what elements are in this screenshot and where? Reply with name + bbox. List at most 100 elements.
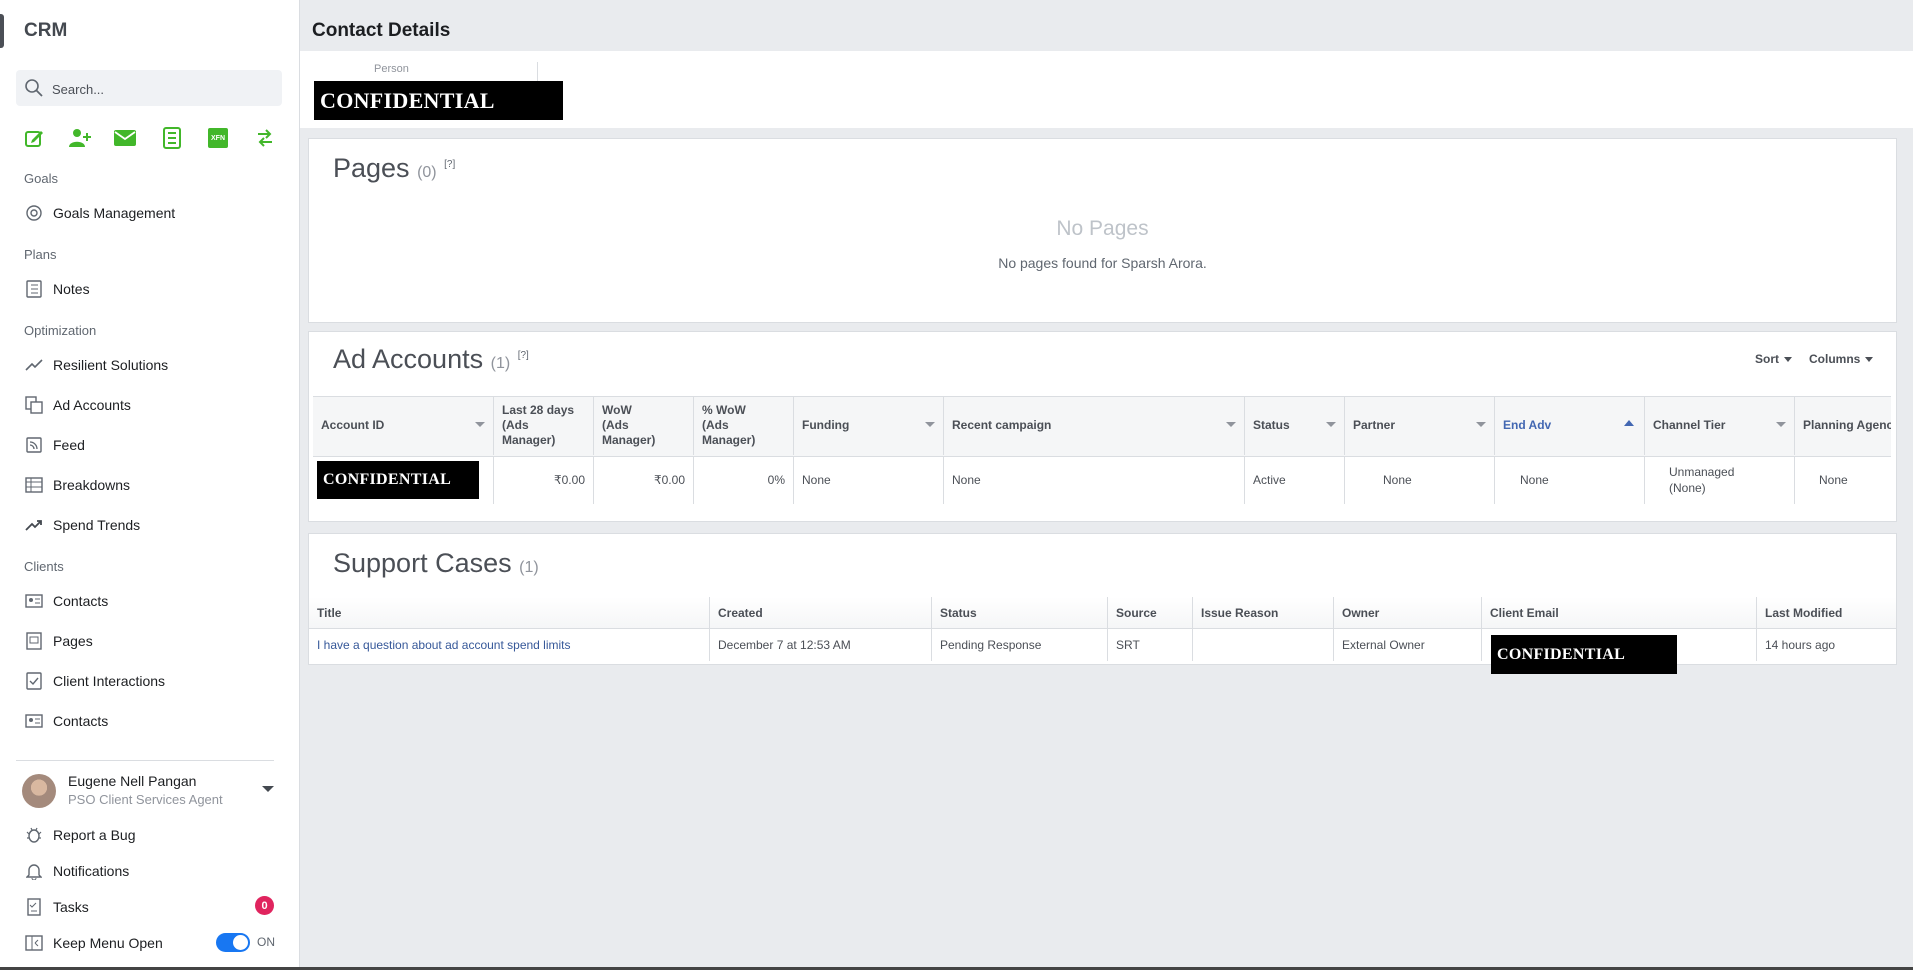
cell-wow: ₹0.00 bbox=[594, 456, 694, 504]
pages-count: (0) bbox=[417, 164, 437, 181]
redacted-person-name: CONFIDENTIAL bbox=[314, 81, 563, 120]
add-person-icon[interactable] bbox=[68, 126, 92, 150]
col-title[interactable]: Title bbox=[309, 597, 710, 628]
caret-down-icon bbox=[1865, 356, 1874, 362]
filter-icon[interactable] bbox=[1776, 422, 1786, 427]
toggle-state-label: ON bbox=[257, 935, 275, 949]
sidebar-item-contacts-2[interactable]: Contacts bbox=[24, 708, 284, 734]
header-label: Partner bbox=[1353, 418, 1396, 432]
trend-arrow-icon bbox=[24, 515, 44, 535]
cell-created: December 7 at 12:53 AM bbox=[710, 629, 932, 661]
col-partner[interactable]: Partner bbox=[1345, 396, 1495, 455]
cell-end-adv: None bbox=[1495, 456, 1645, 504]
pages-help-link[interactable]: [?] bbox=[444, 159, 455, 170]
cell-last-modified: 14 hours ago bbox=[1765, 638, 1836, 652]
search-input[interactable] bbox=[50, 78, 274, 100]
tasks-link[interactable]: Tasks bbox=[24, 894, 284, 920]
spreadsheet-icon[interactable] bbox=[160, 126, 184, 150]
sidebar-item-pages[interactable]: Pages bbox=[24, 628, 284, 654]
cell-source: SRT bbox=[1108, 629, 1193, 661]
contact-card-icon bbox=[24, 591, 44, 611]
col-last-modified[interactable]: Last Modified bbox=[1757, 597, 1896, 628]
report-bug-label: Report a Bug bbox=[53, 827, 136, 843]
checklist-icon bbox=[24, 671, 44, 691]
sidebar-item-spend-trends[interactable]: Spend Trends bbox=[24, 512, 284, 538]
sidebar-item-ad-accounts[interactable]: Ad Accounts bbox=[24, 392, 284, 418]
section-goals: Goals bbox=[24, 171, 58, 186]
col-account-id[interactable]: Account ID bbox=[313, 396, 494, 455]
sidebar-item-label: Client Interactions bbox=[53, 673, 166, 689]
col-planning-agency[interactable]: Planning Agenc bbox=[1795, 396, 1891, 455]
header-label: Recent campaign bbox=[952, 418, 1052, 432]
notebook-icon bbox=[24, 279, 44, 299]
report-bug-link[interactable]: Report a Bug bbox=[24, 822, 284, 848]
ad-accounts-icon bbox=[24, 395, 44, 415]
xfn-icon[interactable]: XFN bbox=[206, 126, 230, 150]
search-icon bbox=[25, 79, 43, 97]
col-last-28-days[interactable]: Last 28 days (Ads Manager) bbox=[494, 396, 594, 455]
filter-icon[interactable] bbox=[1326, 422, 1336, 427]
user-profile[interactable]: Eugene Nell Pangan PSO Client Services A… bbox=[22, 772, 282, 812]
col-channel-tier[interactable]: Channel Tier bbox=[1645, 396, 1795, 455]
filter-icon[interactable] bbox=[1476, 422, 1486, 427]
col-status[interactable]: Status bbox=[1245, 396, 1345, 455]
pages-title: Pages (0) [?] bbox=[333, 153, 455, 184]
notifications-link[interactable]: Notifications bbox=[24, 858, 284, 884]
cell-channel-tier: Unmanaged (None) bbox=[1645, 456, 1795, 504]
col-end-adv[interactable]: End Adv bbox=[1495, 396, 1645, 455]
tasks-label: Tasks bbox=[53, 899, 89, 915]
filter-icon[interactable] bbox=[925, 422, 935, 427]
case-title-link[interactable]: I have a question about ad account spend… bbox=[317, 638, 571, 652]
sidebar-item-notes[interactable]: Notes bbox=[24, 276, 284, 302]
sidebar-item-label: Contacts bbox=[53, 713, 109, 729]
sort-button[interactable]: Sort bbox=[1755, 352, 1792, 366]
sidebar-item-label: Resilient Solutions bbox=[53, 357, 169, 373]
columns-button[interactable]: Columns bbox=[1809, 352, 1874, 366]
person-label: Person bbox=[374, 63, 409, 75]
sidebar-item-label: Feed bbox=[53, 437, 85, 453]
search-box[interactable] bbox=[16, 70, 282, 106]
sort-ascending-icon[interactable] bbox=[1624, 420, 1634, 426]
edit-icon[interactable] bbox=[22, 126, 46, 150]
sidebar-item-breakdowns[interactable]: Breakdowns bbox=[24, 472, 284, 498]
redacted-client-email: CONFIDENTIAL bbox=[1491, 635, 1677, 674]
col-recent-campaign[interactable]: Recent campaign bbox=[944, 396, 1245, 455]
ad-accounts-help-link[interactable]: [?] bbox=[518, 350, 529, 361]
col-issue-reason[interactable]: Issue Reason bbox=[1193, 597, 1334, 628]
col-created[interactable]: Created bbox=[710, 597, 932, 628]
sidebar-item-label: Pages bbox=[53, 633, 93, 649]
sidebar-item-label: Goals Management bbox=[53, 205, 176, 221]
section-plans: Plans bbox=[24, 247, 57, 262]
header-label: Channel Tier bbox=[1653, 418, 1726, 432]
app-brand[interactable]: CRM bbox=[24, 20, 67, 42]
ad-accounts-count: (1) bbox=[490, 355, 511, 372]
filter-icon[interactable] bbox=[1226, 422, 1236, 427]
sidebar-item-feed[interactable]: Feed bbox=[24, 432, 284, 458]
ad-accounts-title-text: Ad Accounts bbox=[333, 344, 484, 374]
ad-accounts-title: Ad Accounts (1) [?] bbox=[333, 344, 529, 375]
support-cases-title: Support Cases (1) bbox=[333, 548, 539, 579]
sidebar-item-resilient-solutions[interactable]: Resilient Solutions bbox=[24, 352, 284, 378]
col-owner[interactable]: Owner bbox=[1334, 597, 1482, 628]
filter-icon[interactable] bbox=[475, 422, 485, 427]
sidebar-item-contacts[interactable]: Contacts bbox=[24, 588, 284, 614]
col-case-status[interactable]: Status bbox=[932, 597, 1108, 628]
sidebar-item-label: Breakdowns bbox=[53, 477, 131, 493]
keep-menu-open-toggle[interactable] bbox=[216, 933, 250, 952]
chevron-down-icon[interactable] bbox=[262, 786, 274, 792]
xfn-label: XFN bbox=[208, 128, 228, 148]
swap-icon[interactable] bbox=[253, 126, 277, 150]
col-source[interactable]: Source bbox=[1108, 597, 1193, 628]
pages-title-text: Pages bbox=[333, 153, 410, 183]
cell-pct-wow: 0% bbox=[694, 456, 794, 504]
col-funding[interactable]: Funding bbox=[794, 396, 944, 455]
col-pct-wow[interactable]: % WoW (Ads Manager) bbox=[694, 396, 794, 455]
section-clients: Clients bbox=[24, 559, 64, 574]
mail-icon[interactable] bbox=[113, 126, 137, 150]
cell-partner: None bbox=[1345, 456, 1495, 504]
sidebar-item-goals-management[interactable]: Goals Management bbox=[24, 200, 284, 226]
col-client-email[interactable]: Client Email bbox=[1482, 597, 1757, 628]
col-wow[interactable]: WoW (Ads Manager) bbox=[594, 396, 694, 455]
empty-state-title: No Pages bbox=[1056, 217, 1149, 240]
sidebar-item-client-interactions[interactable]: Client Interactions bbox=[24, 668, 284, 694]
